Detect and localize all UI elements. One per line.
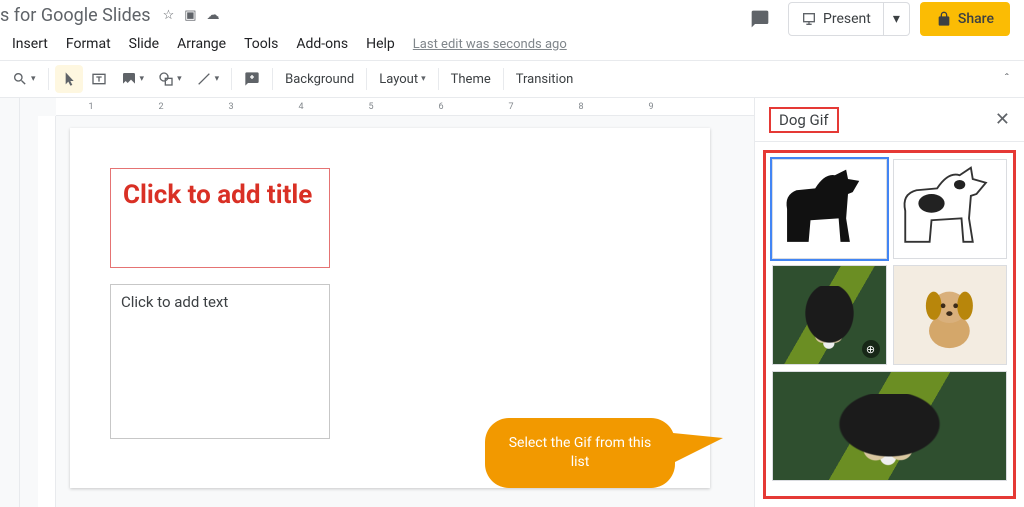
star-icon[interactable]: ☆	[163, 8, 175, 23]
doc-title[interactable]: s for Google Slides	[0, 5, 151, 26]
menu-slide[interactable]: Slide	[121, 32, 167, 56]
body-placeholder[interactable]: Click to add text	[110, 284, 330, 439]
add-comment-tool[interactable]	[238, 65, 266, 93]
comment-icon	[750, 9, 770, 29]
last-edit-link[interactable]: Last edit was seconds ago	[413, 37, 567, 52]
cloud-status-icon[interactable]: ☁	[207, 8, 220, 23]
image-results-grid: ⊕	[763, 150, 1016, 499]
present-button[interactable]: Present	[788, 2, 884, 36]
toolbar-collapse-button[interactable]: ˆ	[996, 72, 1018, 87]
open-comments-button[interactable]	[742, 2, 778, 36]
textbox-icon	[91, 71, 107, 87]
magnifier-icon	[12, 71, 28, 87]
title-placeholder[interactable]: Click to add title	[110, 168, 330, 268]
zoom-dropdown[interactable]	[6, 65, 42, 93]
sidepanel-close-button[interactable]: ✕	[995, 109, 1010, 130]
magnify-icon[interactable]: ⊕	[862, 340, 880, 358]
image-tool[interactable]	[115, 65, 151, 93]
tutorial-callout: Select the Gif from this list	[485, 418, 675, 488]
slide-canvas-area: 1 2 3 4 5 6 7 8 9 Click to add title Cli…	[20, 98, 754, 507]
cursor-icon	[61, 71, 77, 87]
transition-button[interactable]: Transition	[510, 65, 580, 93]
share-button[interactable]: Share	[920, 2, 1010, 36]
image-result-dog-outline[interactable]	[893, 159, 1008, 259]
menu-insert[interactable]: Insert	[4, 32, 56, 56]
menu-help[interactable]: Help	[358, 32, 403, 56]
menu-tools[interactable]: Tools	[236, 32, 286, 56]
toolbar: Background Layout Theme Transition ˆ	[0, 60, 1024, 98]
line-tool[interactable]	[190, 65, 226, 93]
image-icon	[121, 71, 137, 87]
dog-silhouette-icon	[773, 160, 886, 258]
image-result-dog-photo-2[interactable]	[772, 371, 1007, 481]
present-label: Present	[823, 11, 871, 27]
shape-icon	[158, 71, 174, 87]
shape-tool[interactable]	[152, 65, 188, 93]
slide-thumbnails-strip[interactable]	[0, 98, 20, 507]
share-label: Share	[958, 11, 994, 27]
layout-dropdown[interactable]: Layout	[373, 65, 431, 93]
move-icon[interactable]: ▣	[184, 8, 196, 23]
menu-arrange[interactable]: Arrange	[169, 32, 234, 56]
vertical-ruler	[38, 116, 56, 507]
puppy-cartoon-icon	[910, 276, 989, 354]
menu-format[interactable]: Format	[58, 32, 119, 56]
lock-icon	[936, 11, 952, 27]
dog-outline-icon	[894, 160, 1007, 258]
present-dropdown[interactable]: ▾	[884, 2, 910, 36]
image-search-sidepanel: Dog Gif ✕ ⊕	[754, 98, 1024, 507]
image-result-dog-silhouette[interactable]	[772, 159, 887, 259]
textbox-tool[interactable]	[85, 65, 113, 93]
image-result-dog-photo-1[interactable]: ⊕	[772, 265, 887, 365]
present-icon	[801, 11, 817, 27]
line-icon	[196, 71, 212, 87]
sidepanel-search-term[interactable]: Dog Gif	[769, 107, 839, 133]
add-comment-icon	[244, 71, 260, 87]
theme-button[interactable]: Theme	[445, 65, 497, 93]
image-result-dog-tan-cartoon[interactable]	[893, 265, 1008, 365]
select-tool[interactable]	[55, 65, 83, 93]
background-button[interactable]: Background	[279, 65, 360, 93]
menu-addons[interactable]: Add-ons	[288, 32, 356, 56]
horizontal-ruler: 1 2 3 4 5 6 7 8 9	[56, 98, 754, 116]
